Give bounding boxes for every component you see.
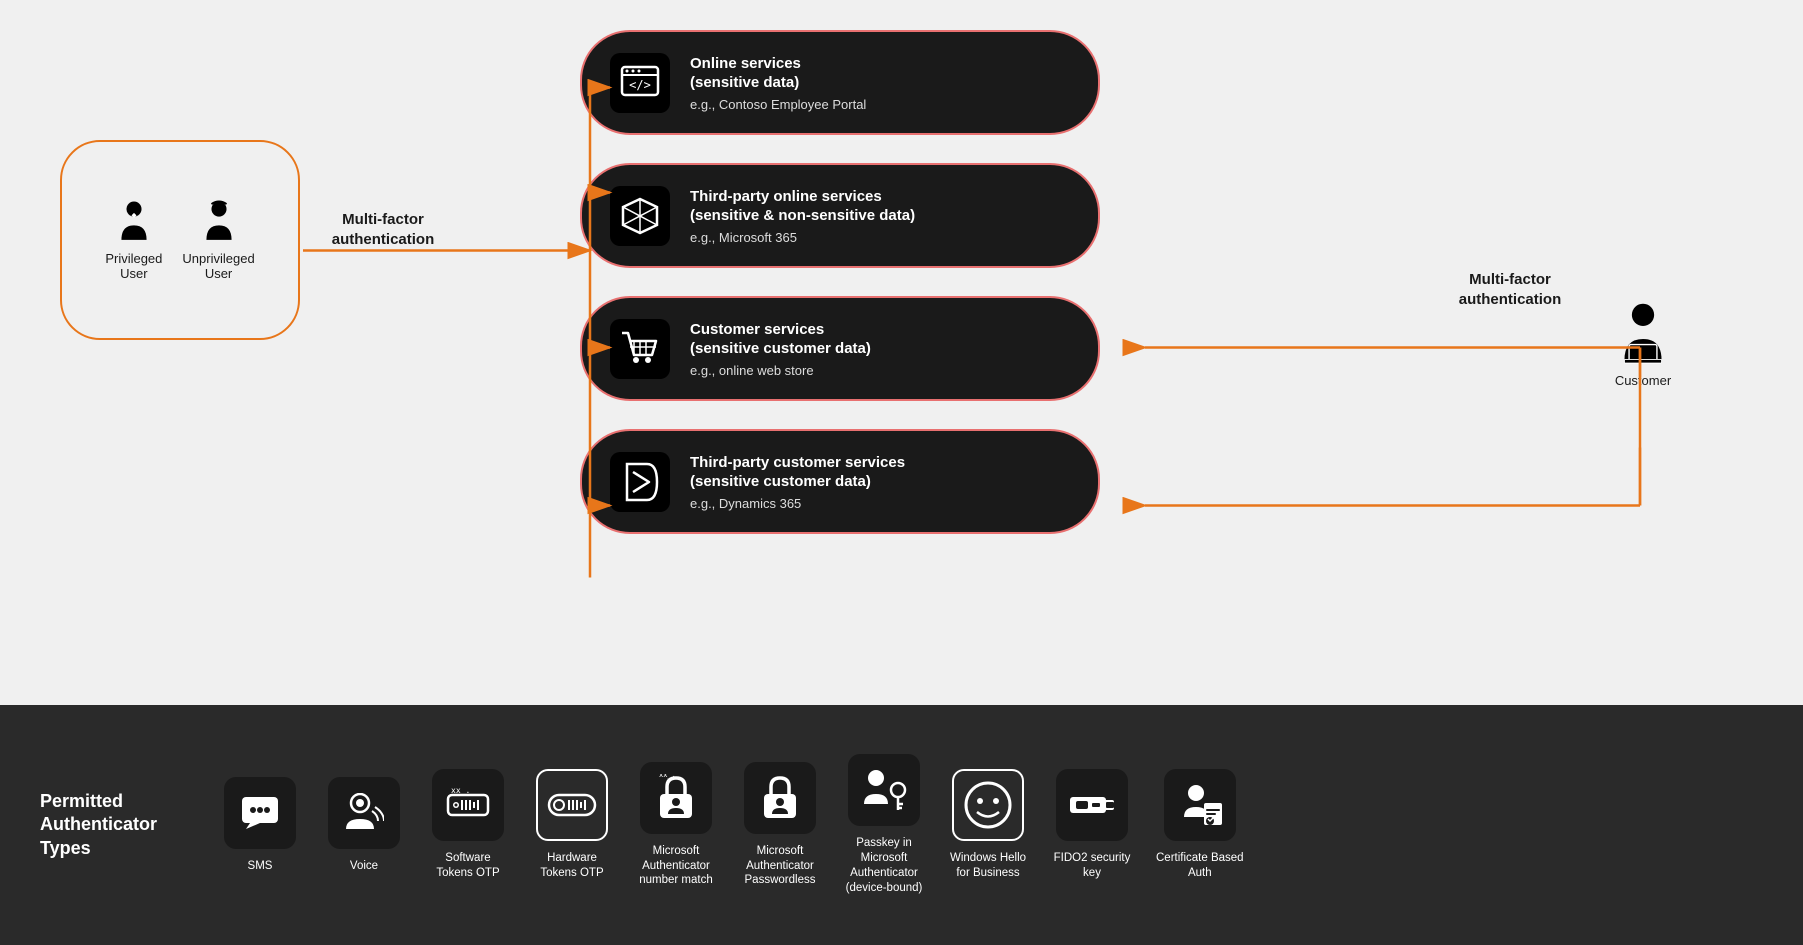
service-third-party-customer: Third-party customer services(sensitive … [580, 429, 1100, 534]
sms-icon-box [224, 777, 296, 849]
services-container: </> Online services(sensitive data) e.g.… [580, 30, 1100, 534]
online-services-icon: </> [610, 53, 670, 113]
ms-auth-pw-icon-box [744, 762, 816, 834]
ms-auth-nm-icon-box: xx_. [640, 762, 712, 834]
main-container: PrivilegedUser UnprivilegedUser Multi-fa… [0, 0, 1803, 945]
auth-item-hw-token: HardwareTokens OTP [532, 769, 612, 881]
customer-services-title: Customer services(sensitive customer dat… [690, 320, 871, 359]
online-services-title: Online services(sensitive data) [690, 54, 866, 93]
svg-text:xx_.: xx_. [659, 774, 676, 779]
soft-token-label: SoftwareTokens OTP [436, 851, 499, 881]
auth-item-fido2: FIDO2 securitykey [1052, 769, 1132, 881]
users-box: PrivilegedUser UnprivilegedUser [60, 140, 300, 340]
bottom-bar: PermittedAuthenticatorTypes SMS [0, 705, 1803, 945]
sms-label: SMS [248, 859, 273, 874]
fido2-icon-box [1056, 769, 1128, 841]
auth-item-ms-auth-pw: MicrosoftAuthenticatorPasswordless [740, 762, 820, 889]
online-services-example: e.g., Contoso Employee Portal [690, 97, 866, 112]
third-party-online-example: e.g., Microsoft 365 [690, 230, 915, 245]
ms-auth-nm-label: MicrosoftAuthenticatornumber match [639, 844, 713, 889]
hw-token-icon-box [536, 769, 608, 841]
cert-icon-box [1164, 769, 1236, 841]
svg-text:</>: </> [629, 78, 651, 92]
third-party-customer-example: e.g., Dynamics 365 [690, 496, 905, 511]
unprivileged-user-label: UnprivilegedUser [182, 251, 254, 281]
ms-auth-pw-label: MicrosoftAuthenticatorPasswordless [745, 844, 816, 889]
customer-services-icon [610, 319, 670, 379]
unprivileged-user-icon [197, 199, 241, 243]
third-party-online-title: Third-party online services(sensitive & … [690, 187, 915, 226]
whfb-label: Windows Hellofor Business [950, 851, 1026, 881]
third-party-customer-text: Third-party customer services(sensitive … [690, 453, 905, 511]
voice-label: Voice [350, 859, 378, 874]
customer-services-text: Customer services(sensitive customer dat… [690, 320, 871, 378]
online-services-text: Online services(sensitive data) e.g., Co… [690, 54, 866, 112]
service-online-services: </> Online services(sensitive data) e.g.… [580, 30, 1100, 135]
hw-token-label: HardwareTokens OTP [540, 851, 603, 881]
unprivileged-user-item: UnprivilegedUser [182, 199, 254, 281]
auth-item-whfb: Windows Hellofor Business [948, 769, 1028, 881]
passkey-icon-box [848, 754, 920, 826]
customer-services-example: e.g., online web store [690, 363, 871, 378]
privileged-user-label: PrivilegedUser [105, 251, 162, 281]
third-party-customer-title: Third-party customer services(sensitive … [690, 453, 905, 492]
privileged-user-icon [112, 199, 156, 243]
customer-label: Customer [1615, 373, 1671, 388]
third-party-online-text: Third-party online services(sensitive & … [690, 187, 915, 245]
soft-token-icon-box: xx_. [432, 769, 504, 841]
auth-item-voice: Voice [324, 777, 404, 874]
third-party-customer-icon [610, 452, 670, 512]
whfb-icon-box [952, 769, 1024, 841]
passkey-label: Passkey inMicrosoftAuthenticator(device-… [846, 836, 923, 896]
auth-item-passkey: Passkey inMicrosoftAuthenticator(device-… [844, 754, 924, 896]
auth-item-sms: SMS [220, 777, 300, 874]
permitted-authenticator-label: PermittedAuthenticatorTypes [40, 790, 200, 860]
diagram-area: PrivilegedUser UnprivilegedUser Multi-fa… [0, 0, 1803, 705]
authenticator-items: SMS Voice [220, 754, 1763, 896]
customer-box: Customer [1613, 300, 1673, 388]
auth-item-ms-auth-nm: xx_. MicrosoftAuthenticatornumber match [636, 762, 716, 889]
cert-label: Certificate BasedAuth [1156, 851, 1244, 881]
mfa-label-right: Multi-factorauthentication [1445, 270, 1575, 309]
svg-text:xx_.: xx_. [451, 787, 470, 795]
fido2-label: FIDO2 securitykey [1054, 851, 1131, 881]
privileged-user-item: PrivilegedUser [105, 199, 162, 281]
service-customer-services: Customer services(sensitive customer dat… [580, 296, 1100, 401]
third-party-online-icon [610, 186, 670, 246]
service-third-party-online: Third-party online services(sensitive & … [580, 163, 1100, 268]
auth-item-soft-token: xx_. SoftwareTokens OTP [428, 769, 508, 881]
auth-item-cert: Certificate BasedAuth [1156, 769, 1244, 881]
customer-icon [1613, 300, 1673, 365]
voice-icon-box [328, 777, 400, 849]
mfa-label-left: Multi-factorauthentication [318, 210, 448, 249]
